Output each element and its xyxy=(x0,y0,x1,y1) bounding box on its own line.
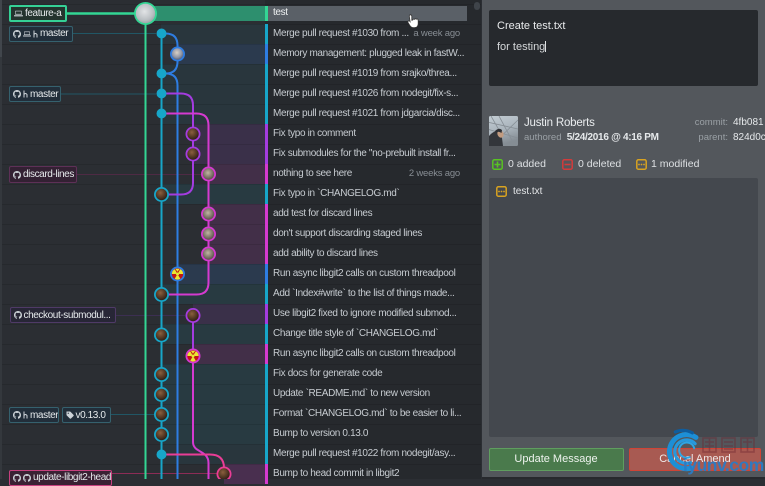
svg-text:iyunv.com: iyunv.com xyxy=(683,455,764,475)
